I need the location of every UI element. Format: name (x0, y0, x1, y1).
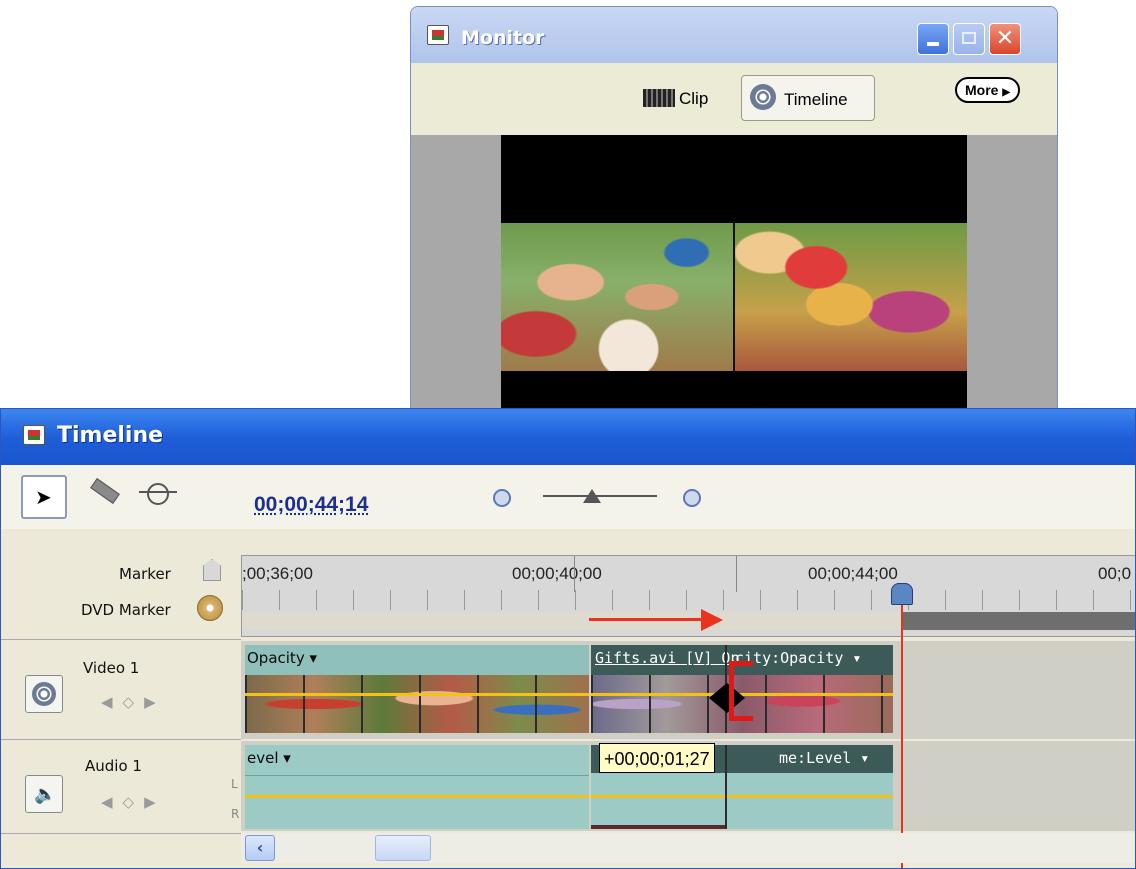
razor-tool-icon (90, 478, 120, 504)
close-button[interactable]: ✕ (989, 23, 1021, 55)
scroll-left-button[interactable]: ‹ (245, 835, 275, 861)
audio-keyframe-nav[interactable]: ◀◇▶ (101, 793, 166, 811)
work-area-end (902, 612, 1135, 630)
audio-track-name: Audio 1 (85, 757, 142, 775)
triangle-right-icon: ▶ (1002, 87, 1011, 98)
audio-channel-right: R (231, 807, 240, 821)
clip-tab-button[interactable]: Clip (639, 77, 729, 123)
drag-direction-arrow (589, 618, 707, 621)
film-reel-icon (32, 682, 56, 706)
ruler-label-3: 00;00;44;00 (808, 564, 898, 583)
clip-tab-label: Clip (679, 89, 709, 108)
time-stretch-tool-button[interactable] (139, 479, 179, 513)
zoom-out-icon (493, 489, 511, 507)
razor-tool-button[interactable] (87, 478, 123, 513)
ruler-major-tick (574, 556, 575, 592)
video-track-name: Video 1 (83, 659, 140, 677)
preview-left-footage (501, 223, 733, 371)
trim-bracket-icon (729, 661, 753, 721)
ruler-ticks (242, 590, 1135, 610)
selection-tool-button[interactable]: ➤ (21, 475, 67, 519)
horizontal-scrollbar[interactable]: ‹ (241, 833, 1135, 863)
film-strip-icon (643, 89, 675, 107)
video-clip-2-label-tail: city:Opacity ▾ (735, 649, 862, 667)
time-stretch-tool-icon (147, 483, 169, 505)
volume-rubberband[interactable] (591, 795, 893, 798)
minimize-icon (927, 42, 939, 46)
audio-trim-region (591, 825, 727, 829)
timeline-tab-label: Timeline (784, 90, 848, 109)
timeline-timecode[interactable]: 00;00;44;14 (254, 493, 368, 517)
ruler-label-2: 00;00;40;00 (512, 564, 602, 583)
maximize-button[interactable] (953, 23, 985, 55)
monitor-viewport (411, 135, 1057, 417)
dvd-marker-icon[interactable] (197, 595, 223, 621)
volume-rubberband[interactable] (245, 795, 589, 798)
zoom-out-button[interactable] (491, 487, 517, 515)
trim-offset-tooltip: +00;00;01;27 (599, 743, 715, 773)
app-icon (23, 425, 45, 445)
preview-video-frame (501, 135, 967, 417)
playhead-handle[interactable] (891, 583, 913, 605)
zoom-in-button[interactable] (681, 487, 707, 515)
ruler-major-tick (736, 556, 737, 592)
trim-left-arrow-icon (709, 683, 727, 713)
work-area-bar[interactable] (242, 612, 902, 630)
audio-channel-left: L (231, 777, 238, 791)
monitor-window: Monitor ✕ Clip Timeline More ▶ (410, 6, 1058, 418)
opacity-rubberband[interactable] (245, 693, 589, 696)
maximize-icon (962, 32, 976, 44)
audio-clip-1[interactable]: evel ▾ (245, 745, 589, 829)
timeline-footer (1, 833, 241, 868)
audio-channel-divider (245, 775, 589, 776)
zoom-slider-handle[interactable] (583, 489, 601, 503)
video-clip-1-label: Opacity ▾ (247, 649, 317, 667)
marker-label: Marker (119, 565, 171, 583)
more-button[interactable]: More ▶ (955, 77, 1021, 103)
minimize-button[interactable] (917, 23, 949, 55)
video-track-button[interactable] (25, 675, 63, 713)
video-clip-2-label: Gifts.avi [V] Op (595, 649, 740, 667)
more-label: More (965, 82, 999, 98)
video-keyframe-nav[interactable]: ◀◇▶ (101, 693, 166, 711)
audio-clip-2-label: me:Level ▾ (779, 749, 870, 767)
dvd-marker-label: DVD Marker (81, 601, 171, 619)
monitor-title: Monitor (461, 27, 545, 49)
selection-tool-icon: ➤ (35, 485, 52, 509)
scroll-thumb[interactable] (375, 835, 431, 861)
ruler-label-1: ;00;36;00 (242, 564, 313, 583)
audio-track-button[interactable]: 🔈 (25, 775, 63, 813)
arrow-head-icon (701, 609, 723, 631)
video-clip-1-thumbnails (245, 675, 589, 733)
zoom-in-icon (683, 489, 701, 507)
app-icon (427, 25, 449, 45)
time-stretch-arrows-icon (139, 491, 177, 493)
clip-edit-point (725, 745, 727, 829)
time-ruler[interactable]: ;00;36;00 00;00;40;00 00;00;44;00 00;0 (241, 555, 1135, 637)
timeline-tab-button[interactable]: Timeline (741, 75, 875, 121)
timeline-titlebar[interactable] (1, 409, 1135, 465)
film-reel-icon (750, 84, 776, 110)
audio-clip-1-label: evel ▾ (247, 749, 291, 767)
chevron-left-icon: ‹ (256, 838, 264, 857)
close-icon: ✕ (995, 26, 1015, 51)
timeline-window: Timeline ➤ 00;00;44;14 Marker DVD Marker… (0, 408, 1136, 869)
timeline-title: Timeline (57, 423, 164, 448)
video-clip-1[interactable]: Opacity ▾ (245, 645, 589, 733)
ruler-label-4: 00;0 (1098, 564, 1132, 583)
preview-right-footage (735, 223, 967, 371)
speaker-icon: 🔈 (34, 784, 57, 805)
playhead-line[interactable] (901, 605, 903, 868)
